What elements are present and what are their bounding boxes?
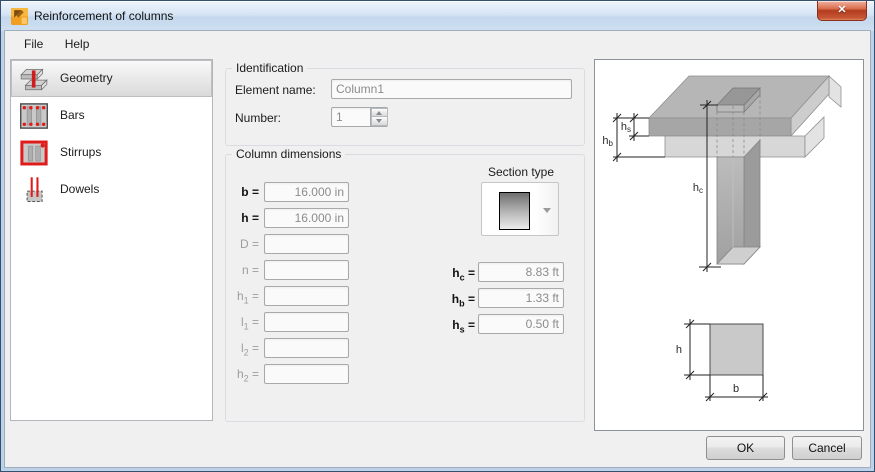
sidebar-item-geometry[interactable]: Geometry: [11, 60, 212, 97]
element-name-field[interactable]: [331, 79, 572, 99]
app-icon: [11, 8, 28, 25]
ok-button[interactable]: OK: [706, 436, 785, 460]
hb-field[interactable]: [478, 288, 564, 308]
section-type-label: Section type: [461, 165, 581, 179]
hb-label: hb =: [431, 292, 475, 310]
cancel-button[interactable]: Cancel: [792, 436, 862, 460]
spinner-down-button[interactable]: [371, 117, 388, 126]
sidebar-item-label: Geometry: [60, 61, 113, 96]
sidebar-item-label: Dowels: [60, 172, 99, 207]
window-title: Reinforcement of columns: [34, 9, 173, 23]
diagram-hs-label: hs: [621, 121, 631, 134]
dim-label-D: D =: [221, 237, 259, 255]
number-spinner: [370, 108, 388, 126]
titlebar: Reinforcement of columns ✕: [1, 1, 874, 31]
section-type-dropdown[interactable]: [481, 182, 559, 236]
dim-field-h2[interactable]: [264, 364, 349, 384]
dim-label-h: h =: [221, 211, 259, 229]
menu-help[interactable]: Help: [56, 32, 99, 51]
diagram-hb-label: hb: [602, 135, 613, 148]
sidebar-item-stirrups[interactable]: Stirrups: [11, 134, 212, 171]
geometry-icon: [19, 65, 49, 93]
column-dimensions-group-title: Column dimensions: [232, 147, 345, 161]
element-name-label: Element name:: [235, 83, 316, 97]
arrow-down-icon: [376, 119, 382, 123]
hc-field[interactable]: [478, 262, 564, 282]
dim-label-h2: h2 =: [221, 367, 259, 385]
dim-label-n: n =: [221, 263, 259, 281]
identification-group-title: Identification: [232, 61, 307, 75]
dim-label-b: b =: [221, 185, 259, 203]
sidebar-item-dowels[interactable]: Dowels: [11, 171, 212, 208]
menu-bar: File Help: [5, 32, 870, 58]
chevron-down-icon: [543, 208, 551, 213]
arrow-up-icon: [376, 111, 382, 115]
dim-label-l1: l1 =: [221, 315, 259, 333]
number-label: Number:: [235, 111, 281, 125]
sidebar-item-label: Bars: [60, 98, 85, 133]
sidebar-item-bars[interactable]: Bars: [11, 97, 212, 134]
diagram-hc-label: hc: [693, 182, 703, 195]
hs-field[interactable]: [478, 314, 564, 334]
diagram-h-label: h: [676, 344, 682, 356]
dim-field-l1[interactable]: [264, 312, 349, 332]
dim-field-h1[interactable]: [264, 286, 349, 306]
dim-field-b[interactable]: [264, 182, 349, 202]
hc-label: hc =: [431, 266, 475, 284]
diagram-b-label: b: [733, 383, 739, 395]
sidebar-item-label: Stirrups: [60, 135, 101, 170]
dim-field-h[interactable]: [264, 208, 349, 228]
dim-field-n[interactable]: [264, 260, 349, 280]
bars-icon: [19, 102, 49, 130]
menu-file[interactable]: File: [15, 32, 52, 51]
dim-label-l2: l2 =: [221, 341, 259, 359]
hs-label: hs =: [431, 318, 475, 336]
spinner-up-button[interactable]: [371, 108, 388, 117]
column-diagram: hs hb hc h b: [595, 60, 863, 430]
dim-field-D[interactable]: [264, 234, 349, 254]
dialog-window: Reinforcement of columns ✕ File Help Geo…: [0, 0, 875, 472]
rect-section-icon: [499, 192, 530, 230]
column-diagram-panel: hs hb hc h b: [594, 59, 864, 431]
dim-label-h1: h1 =: [221, 289, 259, 307]
stirrups-icon: [19, 139, 49, 167]
close-button[interactable]: ✕: [817, 1, 867, 21]
category-list: Geometry Bars: [10, 59, 213, 421]
dim-field-l2[interactable]: [264, 338, 349, 358]
dowels-icon: [19, 176, 49, 204]
